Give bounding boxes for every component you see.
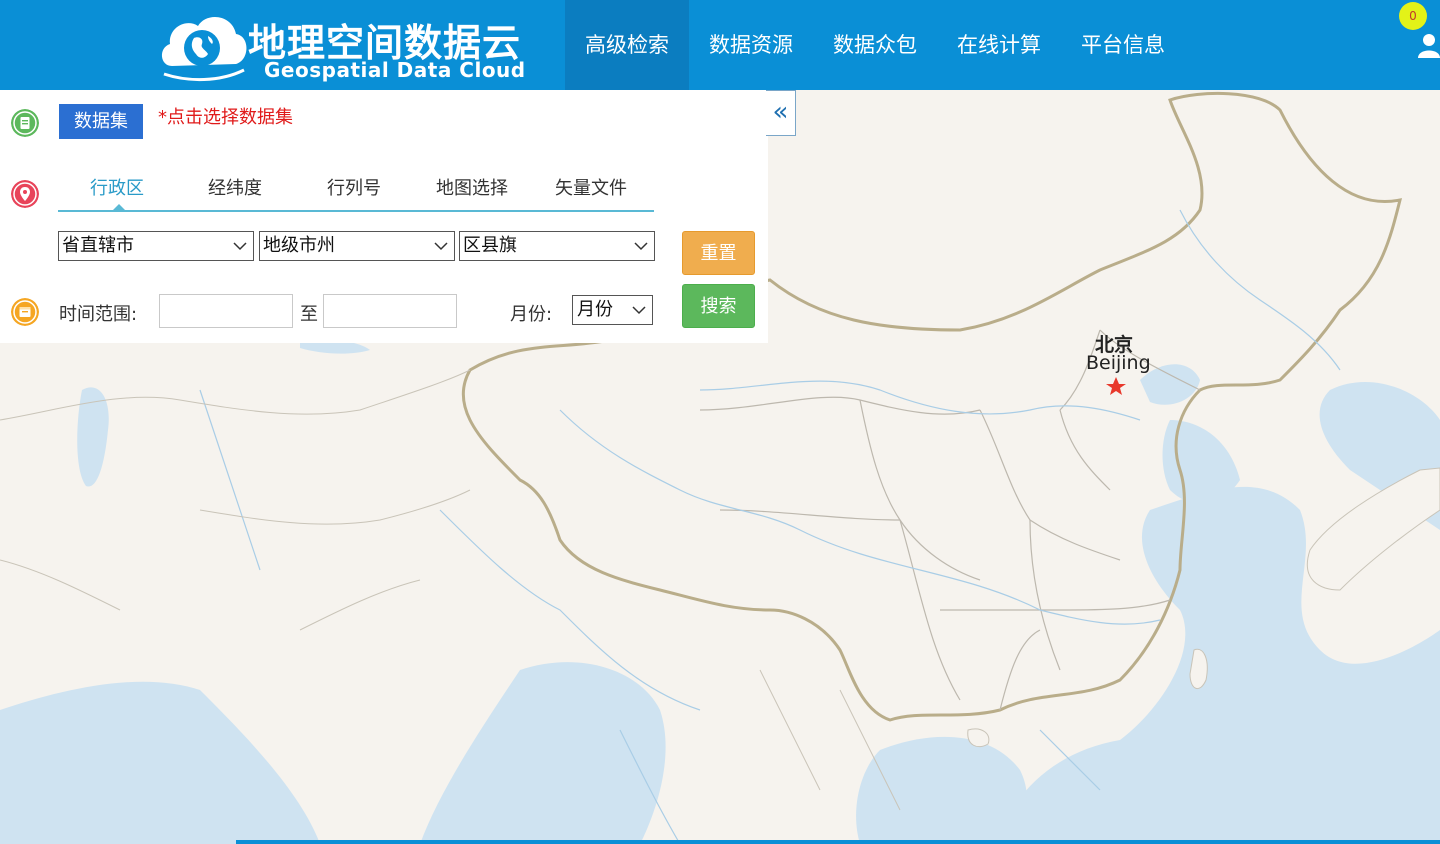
cart-count-badge[interactable]: 0 <box>1399 2 1427 30</box>
dataset-select-button[interactable]: 数据集 <box>59 104 143 139</box>
top-header: 地理空间数据云 Geospatial Data Cloud 高级检索 数据资源 … <box>0 0 1440 90</box>
tab-map-select[interactable]: 地图选择 <box>436 174 508 200</box>
tab-vector-file[interactable]: 矢量文件 <box>555 174 627 200</box>
chevron-down-icon <box>233 242 247 251</box>
site-logo[interactable]: 地理空间数据云 Geospatial Data Cloud <box>158 8 558 84</box>
search-button[interactable]: 搜索 <box>682 284 755 328</box>
chevron-down-icon <box>434 242 448 251</box>
nav-platform-info[interactable]: 平台信息 <box>1061 0 1185 90</box>
start-date-input[interactable] <box>159 294 293 328</box>
nav-online-compute[interactable]: 在线计算 <box>937 0 1061 90</box>
dataset-icon <box>11 109 39 137</box>
logo-title-en: Geospatial Data Cloud <box>264 58 526 82</box>
province-select-value: 省直辖市 <box>62 235 134 256</box>
nav-crowdsourcing[interactable]: 数据众包 <box>813 0 937 90</box>
city-select-value: 地级市州 <box>263 235 335 256</box>
region-tabs: 行政区 经纬度 行列号 地图选择 矢量文件 <box>58 170 654 212</box>
capital-label-en: Beijing <box>1086 352 1151 374</box>
bottom-scroll-bar <box>236 840 1440 844</box>
chevron-down-icon <box>634 242 648 251</box>
nav-data-resources[interactable]: 数据资源 <box>689 0 813 90</box>
user-icon[interactable] <box>1418 32 1440 58</box>
county-select[interactable]: 区县旗 <box>459 231 655 261</box>
nav-advanced-search[interactable]: 高级检索 <box>565 0 689 90</box>
dataset-hint: *点击选择数据集 <box>158 107 293 128</box>
county-select-value: 区县旗 <box>463 235 517 256</box>
collapse-panel-button[interactable]: « <box>766 90 796 136</box>
time-range-label: 时间范围: <box>59 304 138 325</box>
month-label: 月份: <box>510 304 553 325</box>
month-select[interactable]: 月份 <box>572 295 653 325</box>
tab-path-row[interactable]: 行列号 <box>327 174 381 200</box>
end-date-input[interactable] <box>323 294 457 328</box>
reset-button[interactable]: 重置 <box>682 231 755 275</box>
time-to-label: 至 <box>300 304 318 325</box>
province-select[interactable]: 省直辖市 <box>58 231 254 261</box>
south-china-sea <box>856 736 1027 844</box>
calendar-icon <box>11 298 39 326</box>
cloud-globe-icon <box>161 16 247 82</box>
month-select-value: 月份 <box>577 299 613 320</box>
city-select[interactable]: 地级市州 <box>259 231 455 261</box>
main-nav: 高级检索 数据资源 数据众包 在线计算 平台信息 <box>565 0 1185 90</box>
active-tab-caret <box>112 204 126 211</box>
location-pin-icon <box>11 180 39 208</box>
tab-admin-region[interactable]: 行政区 <box>90 174 144 200</box>
chevron-down-icon <box>632 306 646 315</box>
tab-lat-lon[interactable]: 经纬度 <box>208 174 262 200</box>
